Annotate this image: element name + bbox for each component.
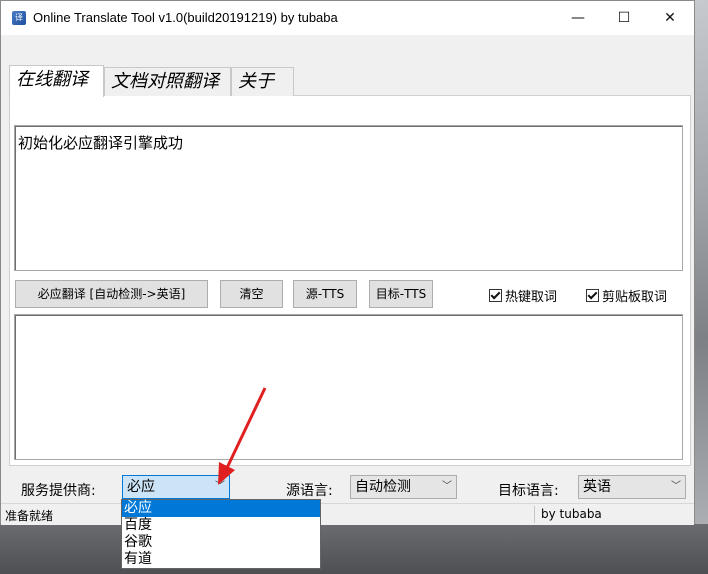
annotation-arrow-head [218,462,235,485]
annotation-arrow-icon [218,387,267,485]
annotation-arrow-shaft [224,387,267,471]
